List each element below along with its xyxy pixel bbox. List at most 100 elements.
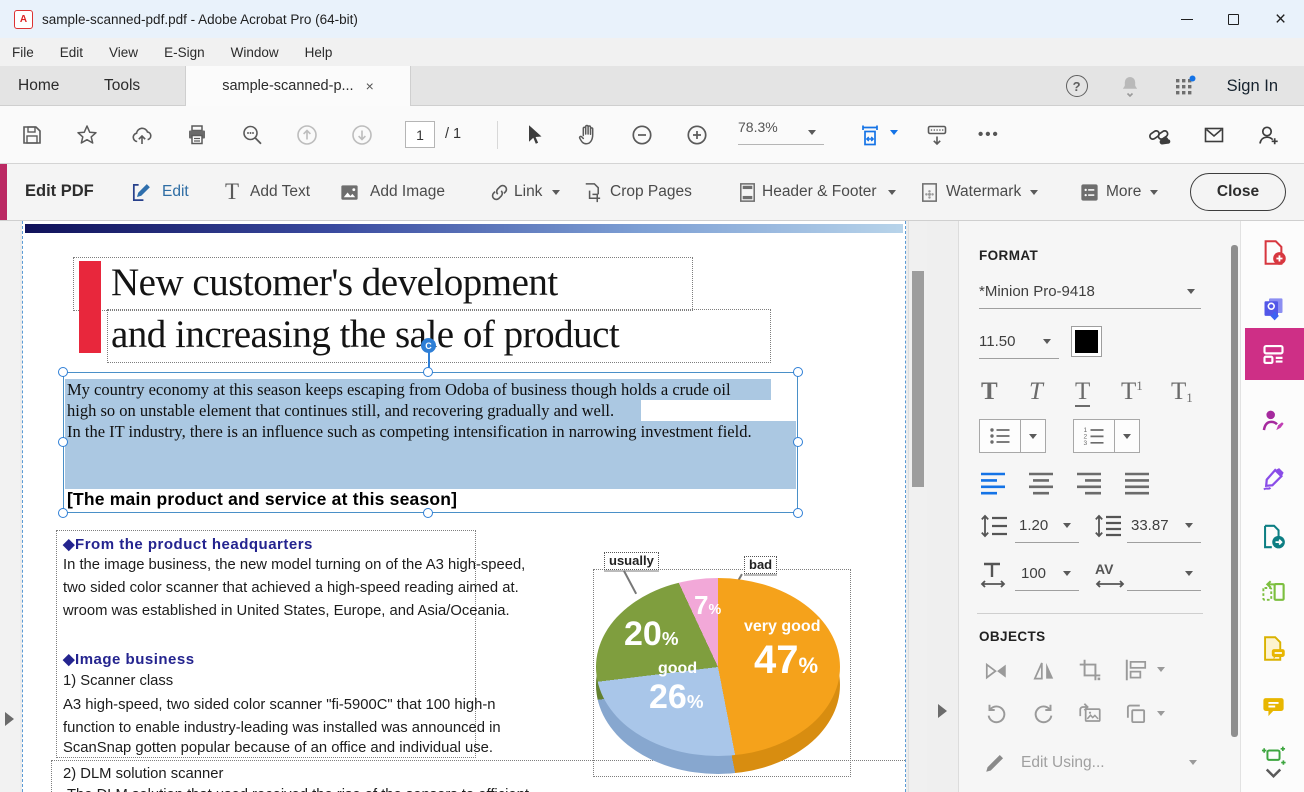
edit-tool-label[interactable]: Edit <box>162 183 189 201</box>
fit-width-caret-icon[interactable] <box>890 130 898 135</box>
align-right-icon[interactable] <box>1075 471 1107 495</box>
header-footer-caret-icon[interactable] <box>888 190 896 195</box>
add-image-icon[interactable] <box>338 181 361 204</box>
align-justify-icon[interactable] <box>1123 471 1155 495</box>
crop-object-icon[interactable] <box>1075 657 1105 683</box>
expand-left-panel-icon[interactable] <box>5 712 14 726</box>
collapse-right-panel-icon[interactable] <box>938 704 947 718</box>
align-objects-caret-icon[interactable] <box>1157 667 1165 672</box>
align-left-icon[interactable] <box>979 471 1011 495</box>
more-tools-sparkle-icon[interactable] <box>1260 745 1287 767</box>
document-scrollbar[interactable] <box>908 221 927 792</box>
comment-icon[interactable] <box>1260 693 1287 720</box>
selection-handle[interactable] <box>793 437 803 447</box>
horizontal-scale-icon[interactable] <box>979 561 1009 589</box>
share-link-icon[interactable] <box>1147 123 1171 147</box>
page-number-input[interactable]: 1 <box>405 121 435 148</box>
select-pointer-icon[interactable] <box>522 123 546 147</box>
zoom-caret-icon[interactable] <box>808 130 816 135</box>
paragraph-spacing-caret-icon[interactable] <box>1185 523 1193 528</box>
organize-pages-icon[interactable] <box>1260 579 1287 606</box>
hand-pan-icon[interactable] <box>576 123 600 147</box>
close-button[interactable]: × <box>1257 0 1304 38</box>
menu-help[interactable]: Help <box>305 45 333 60</box>
link-icon[interactable] <box>488 181 511 204</box>
sign-in-button[interactable]: Sign In <box>1227 77 1278 96</box>
numbered-list-button[interactable]: 123 <box>1074 420 1114 452</box>
font-size-caret-icon[interactable] <box>1043 339 1051 344</box>
character-spacing-caret-icon[interactable] <box>1185 571 1193 576</box>
superscript-icon[interactable]: T1 <box>1121 379 1143 404</box>
add-image-label[interactable]: Add Image <box>370 183 445 201</box>
line-spacing-caret-icon[interactable] <box>1063 523 1071 528</box>
selection-handle[interactable] <box>793 508 803 518</box>
line-spacing-icon[interactable] <box>979 513 1009 539</box>
star-favorite-icon[interactable] <box>75 123 99 147</box>
fit-width-icon[interactable] <box>858 123 882 147</box>
fill-and-sign-icon[interactable] <box>1260 465 1287 492</box>
watermark-label[interactable]: Watermark <box>946 183 1021 201</box>
line-spacing-select[interactable]: 1.20 <box>1019 517 1048 534</box>
more-tools-icon[interactable]: ••• <box>978 126 1000 143</box>
email-icon[interactable] <box>1202 123 1226 147</box>
arrange-objects-icon[interactable] <box>1121 701 1151 727</box>
font-name-select[interactable]: *Minion Pro-9418 <box>979 283 1095 300</box>
request-esignatures-icon[interactable] <box>1260 407 1287 434</box>
tab-tools[interactable]: Tools <box>104 66 140 106</box>
add-text-label[interactable]: Add Text <box>250 183 310 201</box>
underline-icon[interactable]: T <box>1075 379 1090 407</box>
save-icon[interactable] <box>20 123 44 147</box>
add-text-icon[interactable]: T <box>225 179 239 205</box>
font-size-select[interactable]: 11.50 <box>979 333 1015 350</box>
edit-using-caret-icon[interactable] <box>1189 760 1197 765</box>
watermark-caret-icon[interactable] <box>1030 190 1038 195</box>
zoom-out-icon[interactable] <box>630 123 654 147</box>
align-center-icon[interactable] <box>1027 471 1059 495</box>
next-view-icon[interactable] <box>350 123 374 147</box>
search-icon[interactable] <box>240 123 264 147</box>
selection-handle[interactable] <box>423 367 433 377</box>
crop-pages-icon[interactable] <box>580 181 603 204</box>
previous-view-icon[interactable] <box>295 123 319 147</box>
rail-chevron-down-icon[interactable] <box>1260 765 1287 783</box>
link-label[interactable]: Link <box>514 183 542 201</box>
panel-scrollbar-thumb[interactable] <box>1231 245 1238 737</box>
font-color-swatch[interactable] <box>1071 326 1102 357</box>
horizontal-scale-select[interactable]: 100 <box>1021 565 1046 582</box>
minimize-button[interactable] <box>1163 0 1210 38</box>
apps-grid-icon[interactable] <box>1172 74 1197 99</box>
selection-handle[interactable] <box>58 437 68 447</box>
menu-esign[interactable]: E-Sign <box>164 45 205 60</box>
horizontal-scale-caret-icon[interactable] <box>1063 571 1071 576</box>
flip-horizontal-icon[interactable] <box>1029 657 1059 683</box>
bold-icon[interactable]: T <box>981 379 998 404</box>
document-scrollbar-thumb[interactable] <box>912 271 924 487</box>
subscript-icon[interactable]: T1 <box>1171 379 1193 404</box>
tab-document[interactable]: sample-scanned-p... × <box>185 66 411 106</box>
pdf-page[interactable]: New customer's development and increasin… <box>22 221 906 792</box>
menu-view[interactable]: View <box>109 45 138 60</box>
arrange-objects-caret-icon[interactable] <box>1157 711 1165 716</box>
selection-handle[interactable] <box>793 367 803 377</box>
tab-home[interactable]: Home <box>18 66 59 106</box>
paragraph-spacing-select[interactable]: 33.87 <box>1131 517 1169 534</box>
link-caret-icon[interactable] <box>552 190 560 195</box>
more-menu-label[interactable]: More <box>1106 183 1141 201</box>
menu-window[interactable]: Window <box>231 45 279 60</box>
header-footer-label[interactable]: Header & Footer <box>762 183 877 201</box>
notifications-bell-icon[interactable] <box>1118 73 1142 99</box>
paragraph-spacing-icon[interactable] <box>1093 513 1123 539</box>
page-comment-icon[interactable] <box>1260 635 1287 662</box>
edit-pdf-tool-icon[interactable] <box>1260 341 1287 368</box>
send-pdf-icon[interactable] <box>1260 523 1287 550</box>
hide-toolbar-icon[interactable] <box>925 123 949 147</box>
export-pdf-icon[interactable] <box>1260 295 1287 322</box>
selected-textbox-frame[interactable] <box>63 372 798 513</box>
maximize-button[interactable] <box>1210 0 1257 38</box>
numbered-list-caret[interactable] <box>1114 420 1139 452</box>
font-name-caret-icon[interactable] <box>1187 289 1195 294</box>
rotate-clockwise-icon[interactable] <box>1029 701 1059 727</box>
replace-image-icon[interactable] <box>1075 701 1105 727</box>
bullet-list-caret[interactable] <box>1020 420 1045 452</box>
edit-using-label[interactable]: Edit Using... <box>1021 754 1105 772</box>
